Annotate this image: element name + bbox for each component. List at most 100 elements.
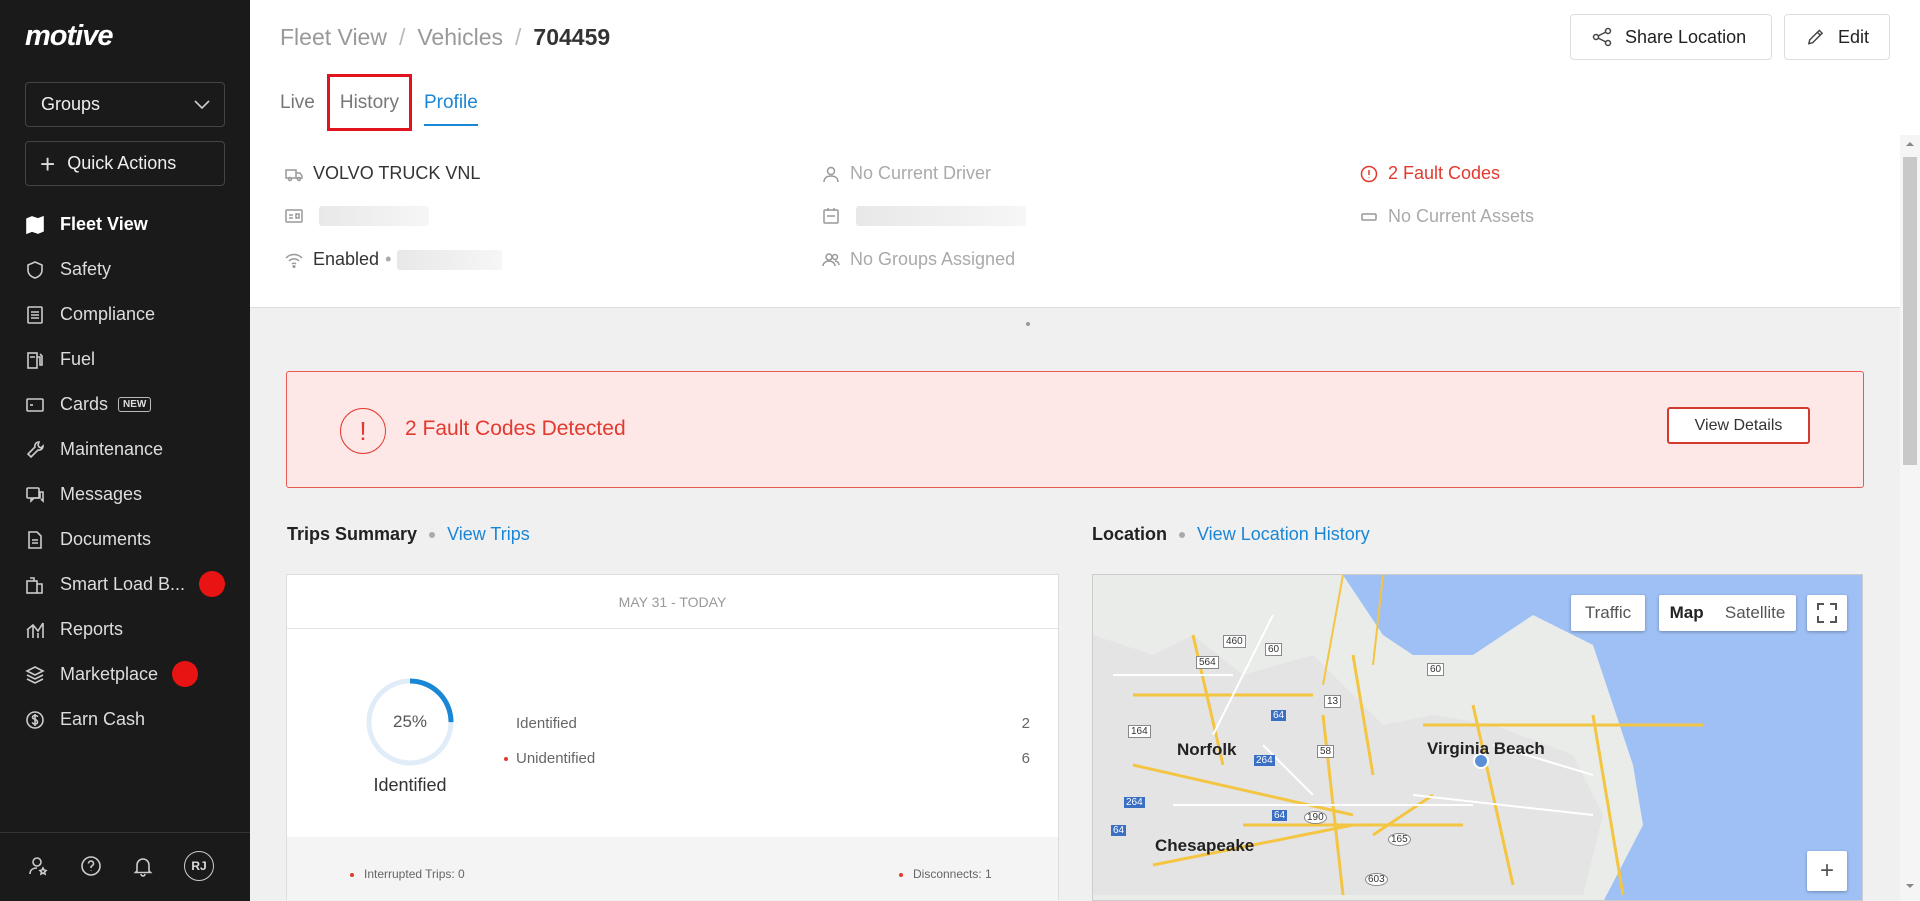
map-route-shield: 164 — [1128, 725, 1151, 738]
traffic-toggle[interactable]: Traffic — [1571, 595, 1645, 631]
date-range: MAY 31 - TODAY — [287, 575, 1058, 629]
sidebar-item-label: Marketplace — [60, 664, 159, 684]
highlight-box — [327, 74, 412, 131]
groups-text: No Groups Assigned — [850, 249, 1016, 269]
fuel-pump-icon — [25, 350, 45, 370]
separator-dot — [429, 531, 436, 538]
map-type-button[interactable]: Map — [1670, 603, 1704, 623]
sidebar-item-cards[interactable]: Cards NEW — [0, 382, 250, 427]
sidebar-item-compliance[interactable]: Compliance — [0, 292, 250, 337]
scrollbar-thumb[interactable] — [1903, 157, 1917, 465]
fault-codes-link[interactable]: 2 Fault Codes — [1360, 163, 1500, 184]
fault-codes-text: 2 Fault Codes — [1388, 163, 1501, 183]
view-location-history-link[interactable]: View Location History — [1197, 524, 1370, 545]
sidebar: motive Groups + Quick Actions Fleet View… — [0, 0, 250, 901]
resize-handle[interactable] — [1026, 322, 1030, 326]
user-settings-icon[interactable] — [28, 855, 50, 877]
map-route-shield: 190 — [1304, 811, 1327, 824]
vehicle-info-panel: VOLVO TRUCK VNL No Current Driver 2 Faul… — [250, 135, 1900, 308]
page-title: 704459 — [533, 24, 611, 50]
map-city-label: Chesapeake — [1155, 836, 1255, 855]
red-dot — [504, 757, 508, 761]
map-route-shield: 60 — [1265, 643, 1283, 656]
breadcrumb-separator: / — [515, 24, 522, 50]
sidebar-item-messages[interactable]: Messages — [0, 472, 250, 517]
page-header: Fleet View / Vehicles / 704459 Share Locatio… — [250, 0, 1920, 135]
stat-label: Unidentified — [516, 750, 596, 767]
redacted-value — [856, 206, 1026, 226]
view-details-button[interactable]: View Details — [1667, 407, 1810, 444]
help-icon[interactable] — [80, 855, 102, 877]
bell-icon[interactable] — [132, 855, 154, 877]
sidebar-item-label: Safety — [60, 259, 112, 279]
sidebar-item-label: Earn Cash — [60, 709, 146, 729]
main-content: Fleet View / Vehicles / 704459 Share Locatio… — [250, 0, 1920, 901]
device-id-field — [822, 206, 1026, 226]
assets-info: No Current Assets — [1360, 206, 1534, 227]
motive-logo[interactable]: motive — [25, 20, 113, 53]
red-dot — [350, 872, 354, 877]
map-route-shield: 264 — [1124, 797, 1145, 808]
satellite-type-button[interactable]: Satellite — [1725, 603, 1785, 623]
donut-percent: 25% — [392, 712, 428, 731]
file-icon — [25, 530, 45, 550]
quick-actions-button[interactable]: + Quick Actions — [25, 141, 225, 186]
redacted-value — [319, 206, 429, 226]
map-route-shield: 603 — [1365, 873, 1388, 886]
tab-profile[interactable]: Profile — [423, 92, 478, 126]
groups-info: No Groups Assigned — [822, 249, 1015, 270]
sidebar-item-maintenance[interactable]: Maintenance — [0, 427, 250, 472]
location-title: Location — [1092, 524, 1167, 544]
breadcrumb-vehicles[interactable]: Vehicles — [417, 24, 503, 50]
breadcrumb-separator: / — [398, 24, 406, 50]
pencil-icon — [1807, 29, 1824, 45]
chevron-down-icon — [194, 99, 210, 109]
scrollbar[interactable] — [1900, 135, 1920, 901]
fullscreen-button[interactable] — [1807, 595, 1847, 631]
sidebar-item-fleet-view[interactable]: Fleet View — [0, 202, 250, 247]
avatar[interactable]: RJ — [184, 850, 214, 881]
scroll-down-arrow[interactable] — [1900, 879, 1920, 895]
trips-footer: Interrupted Trips: 0 Disconnects: 1 — [287, 837, 1058, 900]
trips-summary-title: Trips Summary — [287, 524, 418, 544]
sidebar-item-earn-cash[interactable]: Earn Cash — [0, 697, 250, 742]
sidebar-item-label: Fleet View — [60, 214, 148, 234]
connectivity-status: Enabled • — [285, 249, 503, 270]
driver-text: No Current Driver — [850, 163, 992, 183]
sidebar-item-safety[interactable]: Safety — [0, 247, 250, 292]
view-trips-link[interactable]: View Trips — [447, 524, 530, 545]
vehicle-model: VOLVO TRUCK VNL — [285, 163, 480, 184]
edit-button[interactable]: Edit — [1784, 14, 1890, 60]
groups-dropdown[interactable]: Groups — [25, 82, 225, 127]
location-map[interactable]: Norfolk Virginia Beach Chesapeake 460 60… — [1092, 574, 1863, 901]
sidebar-item-label: Compliance — [60, 304, 156, 324]
alert-message: 2 Fault Codes Detected — [405, 417, 626, 440]
interrupted-trips: Interrupted Trips: 0 — [350, 867, 465, 881]
sidebar-item-smart-load-board[interactable]: Smart Load B... — [0, 562, 250, 607]
sidebar-item-label: Documents — [60, 529, 152, 549]
scroll-up-arrow[interactable] — [1900, 135, 1920, 151]
breadcrumb-fleet-view[interactable]: Fleet View — [280, 24, 387, 50]
sidebar-item-documents[interactable]: Documents — [0, 517, 250, 562]
map-city-label: Norfolk — [1177, 740, 1237, 759]
fault-codes-alert: ! 2 Fault Codes Detected View Details — [286, 371, 1864, 488]
map-route-shield: 60 — [1427, 663, 1445, 676]
red-dot — [899, 872, 903, 877]
map-type-control: Map Satellite — [1659, 595, 1796, 631]
quick-actions-label: Quick Actions — [67, 153, 177, 173]
tab-live[interactable]: Live — [280, 92, 315, 126]
vehicle-model-text: VOLVO TRUCK VNL — [313, 163, 481, 183]
share-location-button[interactable]: Share Location — [1570, 14, 1772, 60]
zoom-in-button[interactable]: + — [1807, 851, 1847, 891]
map-city-label: Virginia Beach — [1427, 739, 1545, 758]
sidebar-item-reports[interactable]: Reports — [0, 607, 250, 652]
trips-summary-card: MAY 31 - TODAY 25% Identified Identified… — [286, 574, 1059, 900]
sidebar-item-fuel[interactable]: Fuel — [0, 337, 250, 382]
layers-icon — [25, 665, 45, 685]
separator-dot: • — [385, 249, 392, 269]
trips-summary-heading: Trips Summary View Trips — [287, 524, 530, 545]
notification-dot — [199, 571, 225, 597]
sidebar-nav: Fleet View Safety Compliance Fuel Cards … — [0, 202, 250, 742]
notification-dot — [172, 661, 198, 687]
sidebar-item-marketplace[interactable]: Marketplace — [0, 652, 250, 697]
